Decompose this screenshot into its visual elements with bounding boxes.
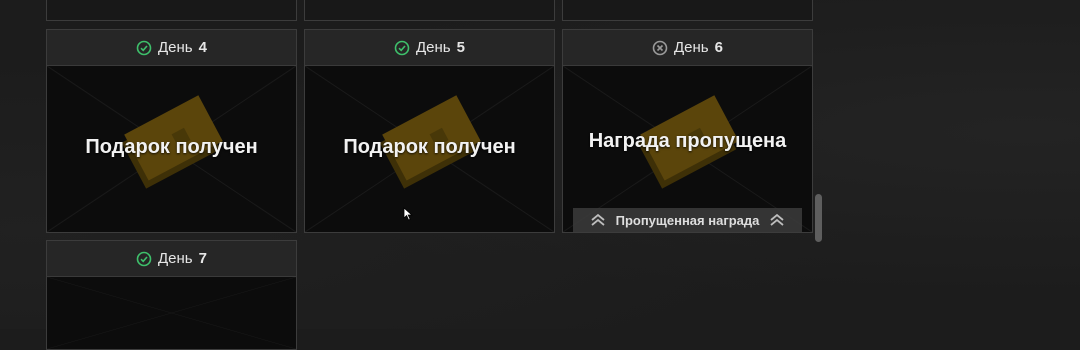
day-label: День xyxy=(158,39,193,56)
day-number: 5 xyxy=(456,39,465,56)
reward-card-top-3 xyxy=(562,0,813,21)
card-body xyxy=(47,277,296,349)
day-label: День xyxy=(158,250,193,267)
reward-card-day-4[interactable]: День 4 Подарок получен xyxy=(46,29,297,233)
check-circle-icon xyxy=(136,40,152,55)
reward-card-day-6[interactable]: День 6 Награда пропущена Пропущенная наг… xyxy=(562,29,813,233)
day-number: 4 xyxy=(198,39,207,56)
card-body: Награда пропущена Пропущенная награда xyxy=(563,66,812,232)
card-header: День 6 xyxy=(563,30,812,66)
day-label: День xyxy=(674,39,709,56)
card-header: День 5 xyxy=(305,30,554,66)
reward-card-top-1 xyxy=(46,0,297,21)
card-header: День 4 xyxy=(47,30,296,66)
status-message: Награда пропущена xyxy=(588,130,787,152)
day-number: 6 xyxy=(714,39,723,56)
card-body: Подарок получен xyxy=(305,66,554,232)
double-chevron-up-icon xyxy=(770,213,784,226)
reward-card-top-2 xyxy=(304,0,555,21)
scrollbar-thumb[interactable] xyxy=(815,194,822,242)
reward-card-day-5[interactable]: День 5 Подарок получен xyxy=(304,29,555,233)
card-header: День 7 xyxy=(47,241,296,277)
check-circle-icon xyxy=(136,251,152,266)
status-message: Подарок получен xyxy=(85,136,258,158)
x-circle-icon xyxy=(652,40,668,55)
day-label: День xyxy=(416,39,451,56)
mouse-cursor-icon xyxy=(403,207,413,221)
status-message: Подарок получен xyxy=(343,136,516,158)
missed-reward-bar[interactable]: Пропущенная награда xyxy=(573,208,802,232)
day-number: 7 xyxy=(198,250,207,267)
check-circle-icon xyxy=(394,40,410,55)
card-body: Подарок получен xyxy=(47,66,296,232)
reward-card-day-7[interactable]: День 7 xyxy=(46,240,297,350)
double-chevron-up-icon xyxy=(591,213,605,226)
missed-reward-label: Пропущенная награда xyxy=(615,212,760,228)
